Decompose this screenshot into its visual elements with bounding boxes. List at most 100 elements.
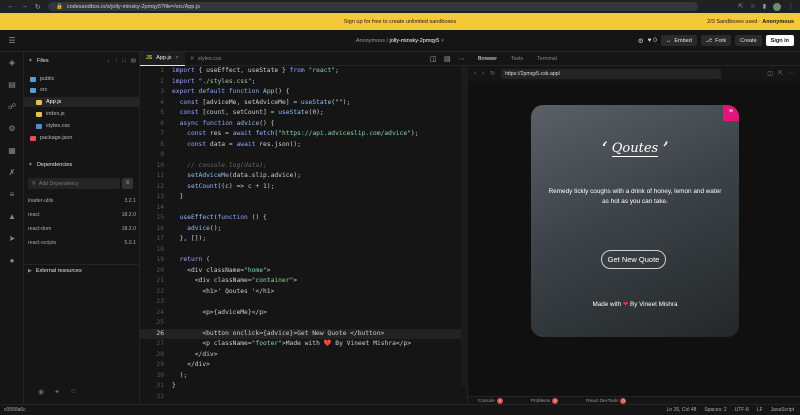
editor-menu-icon[interactable]: ⋯ [458,55,465,63]
tab-browser[interactable]: Browser [478,56,497,62]
dependency-row[interactable]: react-scripts 5.0.1 [28,240,136,246]
responsive-icon[interactable]: ◫ [767,70,773,77]
vscode-icon[interactable]: ✗ [7,168,17,178]
rocket-icon[interactable]: ➤ [7,234,17,244]
preview-url-input[interactable]: https://2pmqy5.csb.app/ [501,68,722,79]
sort-icon[interactable]: ↓ [107,58,110,64]
code-line[interactable]: 17 }, []); [140,234,468,245]
tab-app-js[interactable]: JS App.js × [140,51,185,66]
code-line[interactable]: 12 setCount((c) => c + 1); [140,182,468,193]
tab-tests[interactable]: Tests [511,56,523,62]
editor-minimap[interactable] [461,66,468,386]
status-encoding[interactable]: UTF-8 [735,407,749,413]
dependency-row[interactable]: loader-utils 3.2.1 [28,198,136,204]
code-line[interactable]: 20 <div className="home"> [140,266,468,277]
code-line[interactable]: 4 const [adviceMe, setAdviceMe] = useSta… [140,98,468,109]
code-line[interactable]: 26 <button onclick={advice}>Get New Quot… [140,328,468,339]
status-eol[interactable]: LF [757,407,763,413]
code-line[interactable]: 19 return ( [140,255,468,266]
deploy-icon[interactable]: ▲ [7,212,17,222]
discord-icon[interactable]: ☺ [70,388,77,396]
code-line[interactable]: 15 useEffect(function () { [140,213,468,224]
code-line[interactable]: 8 const data = await res.json(); [140,140,468,151]
tab-react-devtools[interactable]: React DevTools 0 [586,397,627,404]
code-line[interactable]: 7 const res = await fetch("https://api.a… [140,129,468,140]
files-icon[interactable]: ▤ [7,80,17,90]
code-line[interactable]: 22 <h1>' Qoutes '</h1> [140,287,468,298]
file-tree-item[interactable]: package.json [24,133,140,143]
browser-menu-icon[interactable]: ⋮ [788,3,794,10]
code-line[interactable]: 28 </div> [140,350,468,361]
dependencies-section-header[interactable]: ▼ Dependencies [24,158,140,171]
status-branch[interactable]: c0558a6c [0,407,26,413]
file-tree-item-selected[interactable]: App.js [24,97,140,107]
tab-styles-css[interactable]: # styles.css [185,52,228,66]
code-line[interactable]: 16 advice(); [140,224,468,235]
tab-terminal[interactable]: Terminal [537,56,557,62]
file-tree-item[interactable]: public [24,74,140,84]
gear-icon[interactable]: ⚙ [7,124,17,134]
new-file-icon[interactable]: □ [122,58,125,64]
code-line[interactable]: 9 [140,150,468,161]
code-line[interactable]: 2 import "./styles.css"; [140,77,468,88]
reload-icon[interactable]: ↻ [490,70,495,77]
code-line[interactable]: 31} [140,381,468,392]
upload-icon[interactable]: ↑ [115,58,118,64]
close-icon[interactable]: × [175,55,178,61]
file-tree-item[interactable]: index.js [24,109,140,119]
code-line[interactable]: 11 setAdviceMe(data.slip.advice); [140,171,468,182]
status-cursor[interactable]: Ln 26, Col 48 [667,407,697,413]
share-icon[interactable]: ⇱ [738,3,743,10]
code-line[interactable]: 5 const [count, setCount] = useState(0); [140,108,468,119]
new-folder-icon[interactable]: ▤ [131,58,136,64]
code-line[interactable]: 3 export default function App() { [140,87,468,98]
status-spaces[interactable]: Spaces: 2 [704,407,726,413]
code-line[interactable]: 30 ); [140,371,468,382]
new-window-icon[interactable]: ⇱ [778,70,783,77]
code-line[interactable]: 18 [140,245,468,256]
add-dependency-input[interactable]: ⚲ Add Dependency [28,178,120,189]
code-line[interactable]: 24 <p>{adviceMe}</p> [140,308,468,319]
dependency-menu-button[interactable]: ≡ [122,178,133,189]
code-line[interactable]: 23 [140,297,468,308]
code-area[interactable]: 1 import { useEffect, useState } from "re… [140,66,468,404]
dependency-row[interactable]: react-dom 18.2.0 [28,226,136,232]
forward-icon[interactable]: → [21,3,28,11]
code-line[interactable]: 29 </div> [140,360,468,371]
external-resources-header[interactable]: ▶ External resources [24,264,140,277]
extensions-icon[interactable]: ▮ [763,3,766,10]
format-icon[interactable]: ▤ [444,55,451,63]
file-tree-item[interactable]: src [24,85,140,95]
docker-icon[interactable]: ▦ [7,146,17,156]
cube-icon[interactable]: ◈ [7,58,17,68]
reload-icon[interactable]: ↻ [35,3,41,11]
tab-console[interactable]: Console 0 [478,397,503,404]
status-language[interactable]: JavaScript [771,407,794,413]
banner-message[interactable]: Sign up for free to create unlimited san… [0,19,800,25]
profile-avatar[interactable] [773,2,781,11]
code-line[interactable]: 1 import { useEffect, useState } from "re… [140,66,468,77]
sliders-icon[interactable]: ≡ [7,190,17,200]
code-line[interactable]: 6 async function advice() { [140,119,468,130]
forward-icon[interactable]: › [482,71,484,77]
address-bar[interactable]: 🔒 codesandbox.io/s/jolly-minsky-2pmqy5?f… [48,2,698,11]
users-icon[interactable]: ● [7,256,17,266]
back-icon[interactable]: ‹ [474,71,476,77]
github-icon[interactable]: ◉ [38,388,44,396]
code-line[interactable]: 10 // console.log(data); [140,161,468,172]
code-line[interactable]: 27 <p className="footer">Made with ❤️ By… [140,339,468,350]
code-line[interactable]: 25 [140,318,468,329]
code-line[interactable]: 14 [140,203,468,214]
chevron-down-icon[interactable]: ˅ [441,38,444,44]
get-new-quote-button[interactable]: Get New Quote [601,250,666,269]
star-icon[interactable]: ☆ [750,3,755,10]
git-icon[interactable]: ☍ [7,102,17,112]
sandbox-name[interactable]: jolly-minsky-2pmqy5 [390,38,440,44]
back-icon[interactable]: ← [7,3,14,11]
twitter-icon[interactable]: ✦ [54,388,60,396]
dependency-row[interactable]: react 18.2.0 [28,212,136,218]
tab-problems[interactable]: Problems 0 [531,397,559,404]
preview-menu-icon[interactable]: ⋯ [788,70,794,77]
file-tree-item[interactable]: styles.css [24,121,140,131]
split-editor-icon[interactable]: ◫ [430,55,437,63]
